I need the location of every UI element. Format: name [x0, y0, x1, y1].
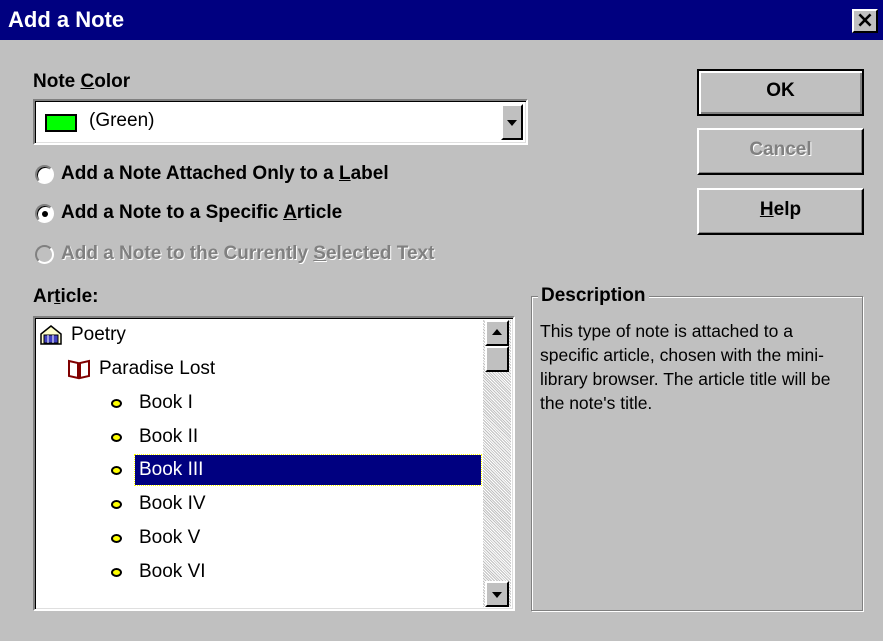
scroll-down-button[interactable] — [485, 581, 509, 607]
close-button[interactable]: × — [852, 9, 878, 33]
bullet-icon — [111, 534, 122, 543]
note-color-select[interactable]: (Green) — [33, 99, 528, 145]
color-dropdown-button[interactable] — [501, 104, 523, 140]
radio-selected-dot — [42, 211, 48, 217]
note-color-value: (Green) — [89, 110, 155, 131]
bullet-icon — [111, 500, 122, 509]
tree-scrollbar[interactable] — [483, 320, 511, 607]
note-color-label: Note Color — [33, 71, 131, 92]
color-swatch — [45, 114, 77, 132]
description-text: This type of note is attached to a speci… — [540, 321, 831, 413]
ok-button[interactable]: OK — [697, 69, 864, 116]
scroll-up-button[interactable] — [485, 320, 509, 346]
bullet-icon — [111, 466, 122, 475]
article-tree[interactable]: Poetry Paradise Lost Book I Book II Book… — [33, 316, 515, 611]
article-label: Article: — [33, 286, 99, 307]
title-bar: Add a Note × — [0, 0, 883, 40]
bullet-icon — [111, 433, 122, 442]
cancel-button: Cancel — [697, 128, 864, 175]
description-legend: Description — [538, 284, 649, 308]
bullet-icon — [111, 399, 122, 408]
description-group: Description This type of note is attache… — [531, 284, 863, 611]
dialog-title: Add a Note — [8, 7, 125, 32]
book-icon — [68, 359, 90, 380]
radio-button[interactable] — [35, 204, 54, 223]
chevron-down-icon — [507, 120, 517, 126]
help-button[interactable]: Help — [697, 188, 864, 235]
library-icon — [40, 325, 62, 345]
chevron-down-icon — [492, 592, 502, 598]
bullet-icon — [111, 568, 122, 577]
add-note-dialog: Add a Note × Note Color (Green) Add a No… — [0, 0, 883, 641]
radio-button — [35, 245, 54, 264]
scroll-thumb[interactable] — [485, 346, 509, 372]
radio-button[interactable] — [35, 165, 54, 184]
chevron-up-icon — [492, 329, 502, 335]
